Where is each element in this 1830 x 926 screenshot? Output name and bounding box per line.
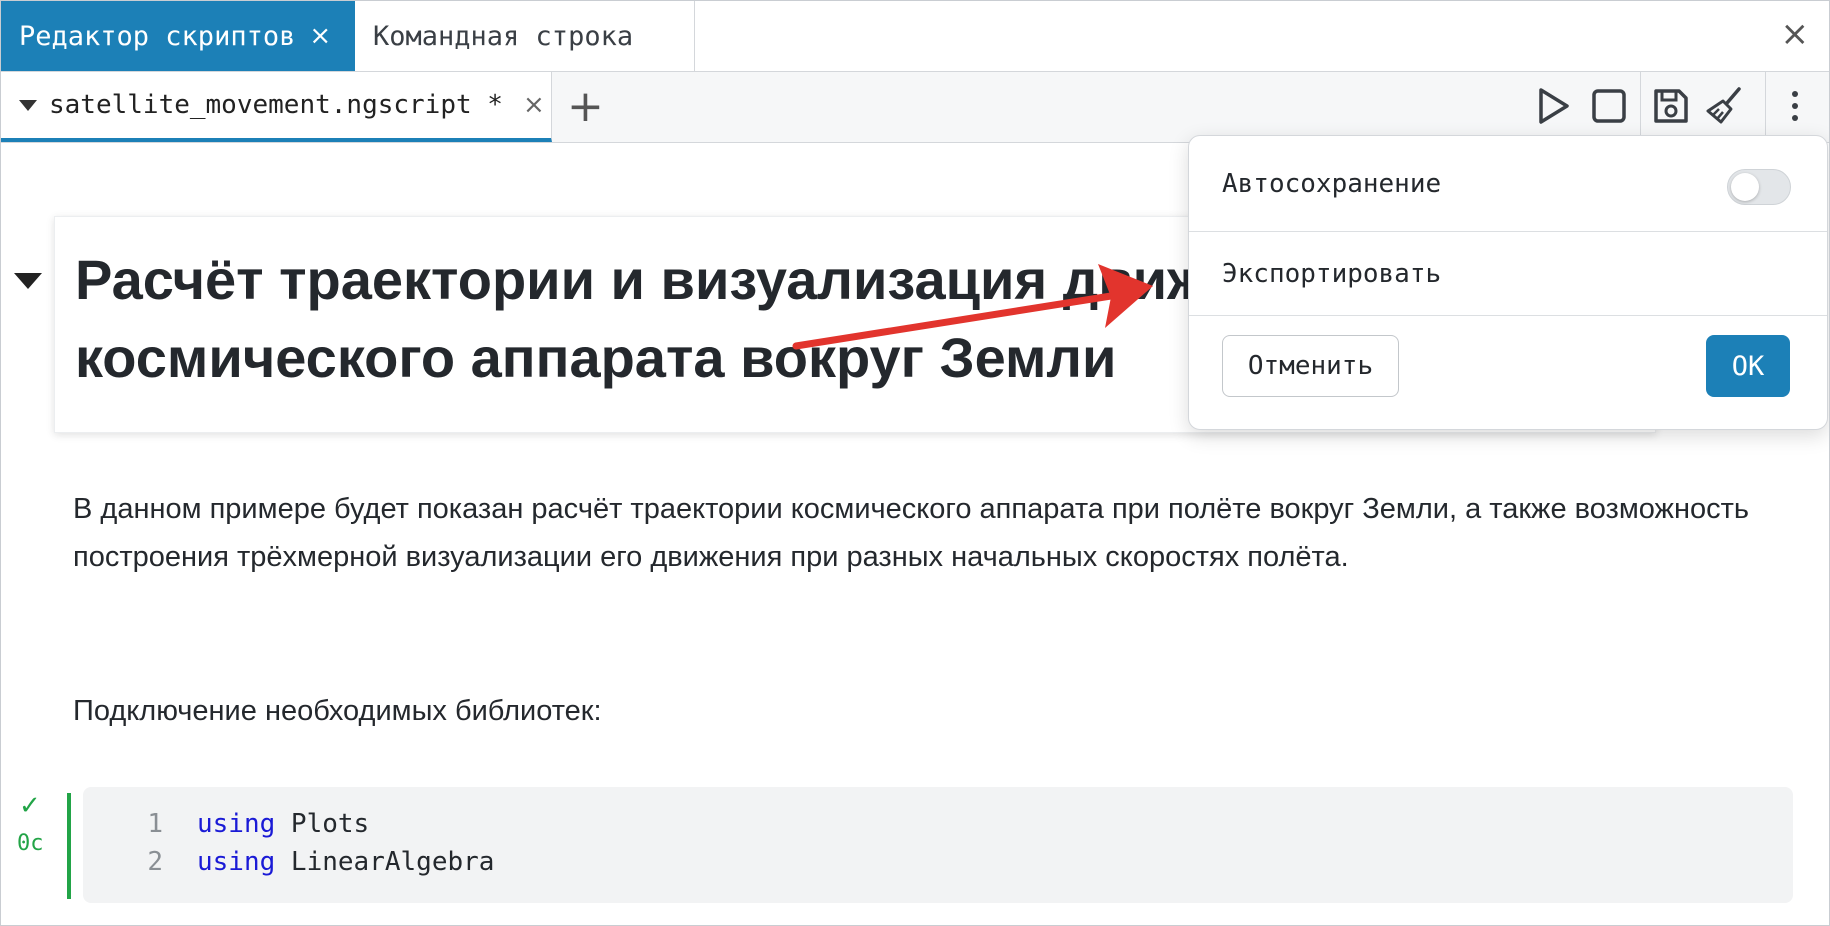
ok-button[interactable]: OK — [1706, 335, 1790, 397]
autosave-label: Автосохранение — [1222, 168, 1442, 199]
autosave-toggle[interactable] — [1727, 169, 1791, 205]
settings-dropdown: Автосохранение Экспортировать Отменить O… — [1188, 135, 1828, 430]
export-menu-item[interactable]: Экспортировать — [1189, 232, 1827, 316]
check-icon: ✓ — [19, 791, 41, 821]
stop-icon[interactable] — [1587, 84, 1631, 128]
code-cell[interactable]: 1 using Plots 2 using LinearAlgebra — [83, 787, 1793, 903]
code-keyword: using — [197, 809, 276, 839]
file-tab-name: satellite_movement.ngscript * — [49, 90, 503, 120]
intro-paragraph: В данном примере будет показан расчёт тр… — [73, 493, 1749, 573]
broom-icon[interactable] — [1703, 84, 1747, 128]
play-icon[interactable] — [1531, 84, 1575, 128]
file-tab-bar: satellite_movement.ngscript * × + — [1, 72, 1829, 143]
cell-status-bar — [67, 793, 71, 899]
panel-tab-bar: Редактор скриптов × Командная строка × — [1, 1, 1829, 72]
toolbar-separator — [1640, 72, 1641, 142]
cancel-button[interactable]: Отменить — [1222, 335, 1399, 397]
script-editor-panel: Редактор скриптов × Командная строка × s… — [0, 0, 1830, 926]
caret-down-icon[interactable] — [19, 99, 37, 111]
more-vertical-icon[interactable] — [1773, 84, 1817, 128]
code-keyword: using — [197, 847, 276, 877]
file-tab[interactable]: satellite_movement.ngscript * × — [1, 72, 552, 142]
code-line: 2 using LinearAlgebra — [83, 843, 1793, 881]
tab-script-editor[interactable]: Редактор скриптов × — [1, 1, 355, 71]
close-icon[interactable]: × — [309, 21, 331, 51]
libraries-paragraph: Подключение необходимых библиотек: — [73, 695, 602, 727]
add-tab-button[interactable]: + — [567, 82, 604, 132]
code-text: Plots — [275, 809, 370, 839]
tab-command-line-label: Командная строка — [373, 20, 634, 52]
tab-command-line[interactable]: Командная строка — [355, 1, 695, 71]
toolbar-separator — [1765, 72, 1766, 142]
line-number: 2 — [147, 847, 163, 877]
save-icon[interactable] — [1649, 84, 1693, 128]
tab-script-editor-label: Редактор скриптов — [19, 20, 296, 52]
code-text: LinearAlgebra — [275, 847, 495, 877]
toggle-knob — [1731, 173, 1759, 201]
collapse-caret-icon[interactable] — [14, 273, 42, 289]
line-number: 1 — [147, 809, 163, 839]
code-line: 1 using Plots — [83, 805, 1793, 843]
panel-close-icon[interactable]: × — [1781, 17, 1810, 51]
export-label: Экспортировать — [1222, 258, 1442, 289]
run-duration: 0с — [17, 831, 44, 856]
file-tab-close-icon[interactable]: × — [523, 90, 545, 120]
autosave-row[interactable]: Автосохранение — [1189, 136, 1827, 232]
